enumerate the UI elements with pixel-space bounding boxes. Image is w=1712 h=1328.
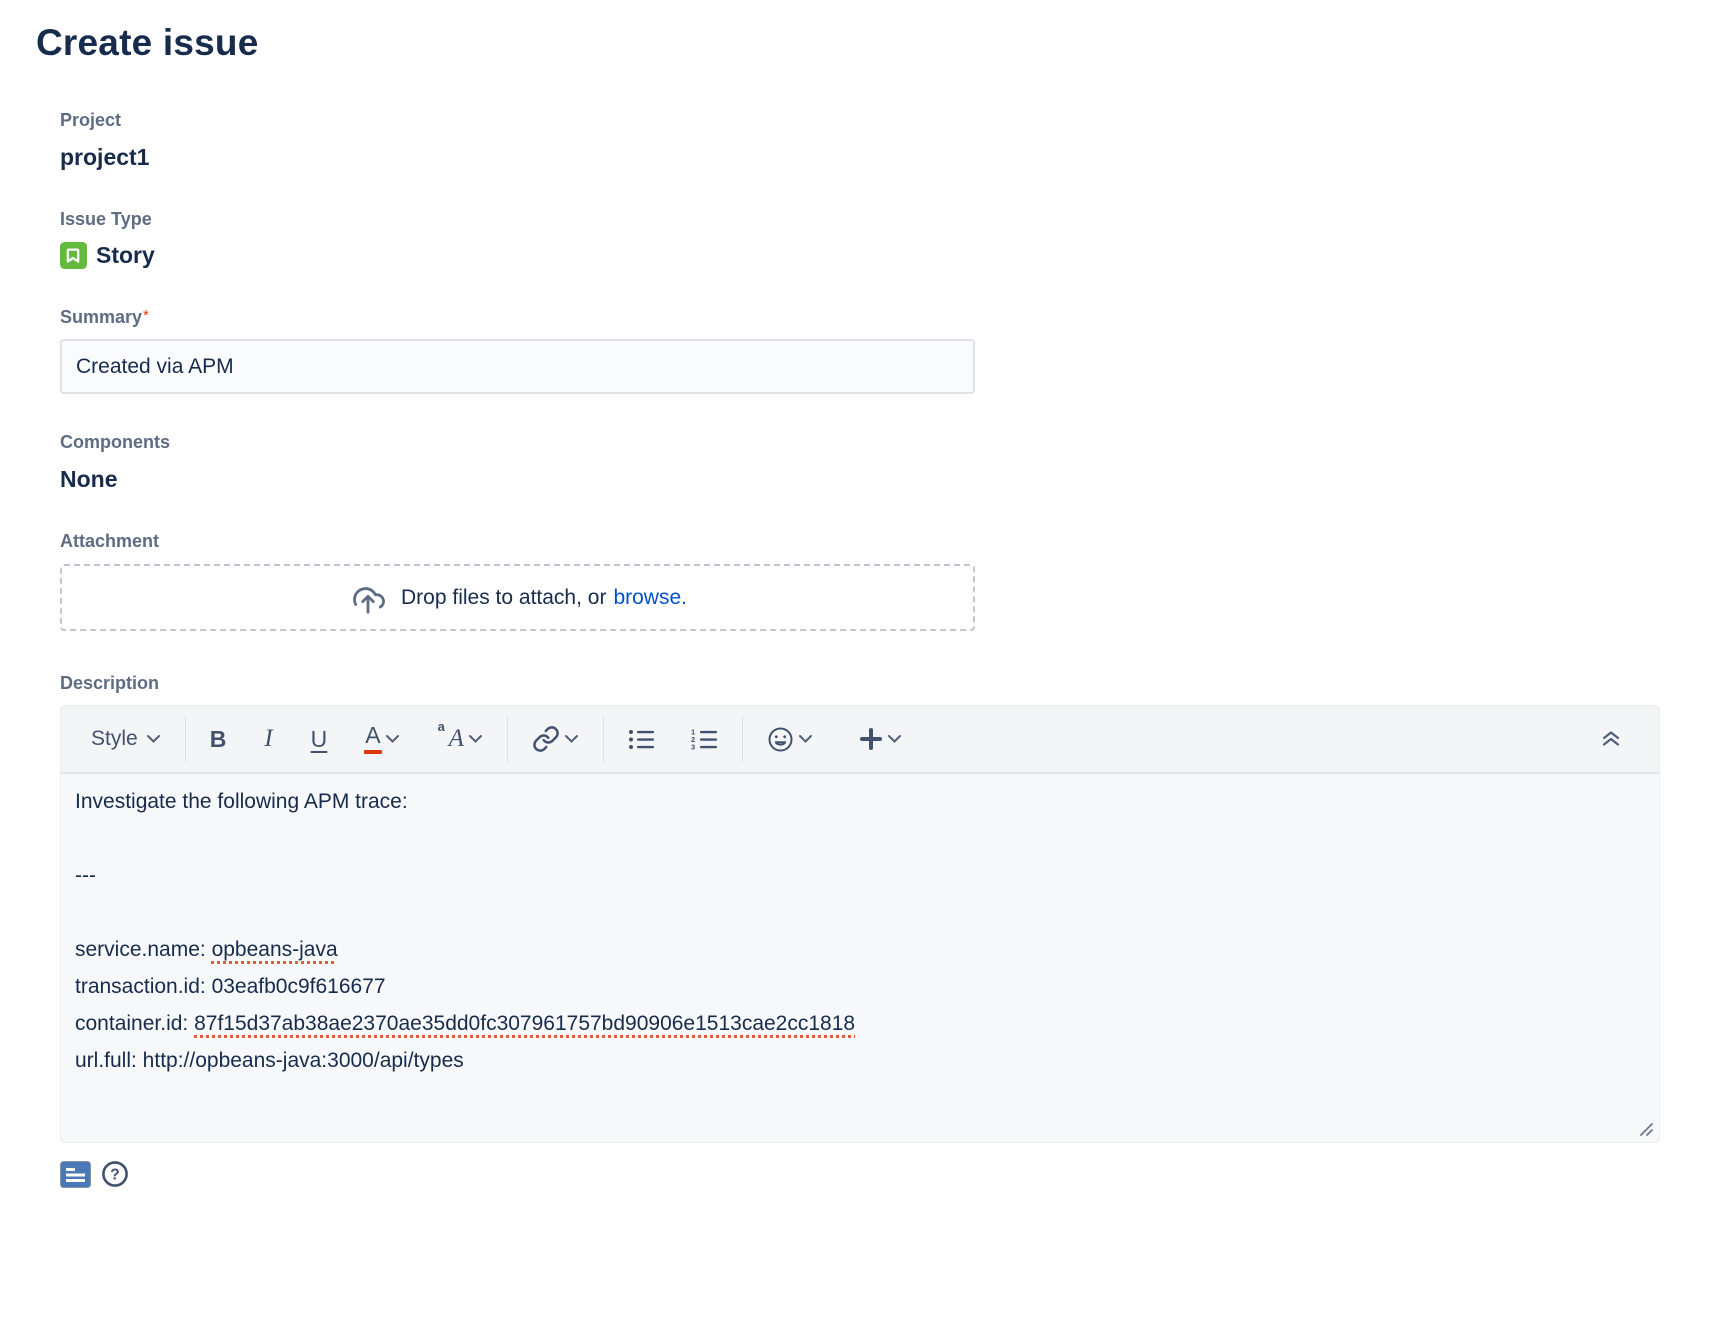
- issue-type-value: Story: [96, 242, 155, 269]
- components-value: None: [60, 466, 1712, 493]
- help-icon: ?: [101, 1160, 129, 1188]
- svg-text:?: ?: [110, 1166, 119, 1183]
- description-content[interactable]: Investigate the following APM trace: ---…: [61, 774, 1659, 1142]
- style-dropdown[interactable]: Style: [83, 721, 169, 757]
- project-label: Project: [60, 110, 1712, 131]
- description-label: Description: [60, 673, 1712, 694]
- description-text: transaction.id: 03eafb0c9f616677: [75, 975, 386, 998]
- description-text: url.full: http://opbeans-java:3000/api/t…: [75, 1049, 464, 1072]
- bold-button[interactable]: B: [202, 720, 235, 759]
- page-title: Create issue: [36, 22, 1712, 64]
- summary-label: Summary: [60, 307, 142, 327]
- link-button[interactable]: [524, 719, 587, 759]
- text-color-button[interactable]: A: [357, 718, 407, 760]
- description-text: ---: [75, 864, 96, 887]
- chevron-down-icon: [798, 734, 813, 744]
- bullet-list-icon: [628, 728, 655, 751]
- create-issue-form: Project project1 Issue Type Story Summar…: [60, 110, 1712, 1188]
- summary-input[interactable]: [60, 339, 975, 394]
- toolbar-group-link: [512, 719, 599, 759]
- toolbar-group-style: Style: [81, 721, 181, 757]
- emoji-button[interactable]: [759, 720, 821, 759]
- plus-icon: [859, 727, 883, 751]
- description-line: url.full: http://opbeans-java:3000/api/t…: [75, 1042, 1645, 1079]
- required-asterisk: *: [143, 307, 149, 324]
- chevron-down-icon: [887, 734, 902, 744]
- dropzone-text: Drop files to attach, orbrowse.: [401, 586, 687, 610]
- description-line: [75, 820, 1645, 857]
- italic-button[interactable]: I: [256, 719, 280, 759]
- wiki-markup-button[interactable]: [60, 1161, 91, 1188]
- description-line: Investigate the following APM trace:: [75, 783, 1645, 820]
- text-effects-button[interactable]: aA: [430, 719, 491, 759]
- browse-link[interactable]: browse.: [613, 586, 687, 609]
- collapse-toolbar-icon: [1601, 731, 1621, 747]
- toolbar-separator: [185, 716, 186, 762]
- chevron-down-icon: [146, 734, 161, 744]
- bullet-list-button[interactable]: [620, 722, 663, 757]
- numbered-list-icon: 1 2 3: [691, 728, 718, 751]
- emoji-icon: [767, 726, 794, 753]
- attachment-dropzone[interactable]: Drop files to attach, orbrowse.: [60, 564, 975, 631]
- description-line: [75, 894, 1645, 931]
- issue-type-label: Issue Type: [60, 209, 1712, 230]
- attachment-label: Attachment: [60, 531, 1712, 552]
- toolbar-separator: [603, 716, 604, 762]
- description-line: transaction.id: 03eafb0c9f616677: [75, 968, 1645, 1005]
- link-icon: [532, 725, 560, 753]
- story-bookmark-icon: [60, 242, 87, 269]
- project-value: project1: [60, 144, 1712, 171]
- description-line: container.id: 87f15d37ab38ae2370ae35dd0f…: [75, 1005, 1645, 1042]
- description-text: container.id:: [75, 1012, 194, 1035]
- toolbar-group-lists: 1 2 3: [608, 722, 738, 757]
- description-text: Investigate the following APM trace:: [75, 790, 408, 813]
- svg-text:3: 3: [691, 742, 695, 750]
- underline-button[interactable]: U: [303, 720, 336, 759]
- toolbar-group-insert: [747, 720, 922, 759]
- help-button[interactable]: ?: [101, 1160, 129, 1188]
- description-line: service.name: opbeans-java: [75, 931, 1645, 968]
- toolbar-separator: [507, 716, 508, 762]
- description-editor: Style B I U A aA: [60, 705, 1660, 1143]
- editor-toolbar: Style B I U A aA: [61, 706, 1659, 774]
- misspelled-text: 87f15d37ab38ae2370ae35dd0fc307961757bd90…: [194, 1012, 855, 1035]
- summary-label-row: Summary*: [60, 307, 1712, 328]
- description-line: ---: [75, 857, 1645, 894]
- chevron-down-icon: [468, 734, 483, 744]
- insert-more-button[interactable]: [851, 721, 910, 757]
- cloud-upload-icon: [348, 581, 388, 615]
- numbered-list-button[interactable]: 1 2 3: [683, 722, 726, 757]
- editor-footer: ?: [60, 1160, 1712, 1188]
- chevron-down-icon: [385, 734, 400, 744]
- description-text: service.name:: [75, 938, 212, 961]
- toolbar-separator: [742, 716, 743, 762]
- resize-handle-icon[interactable]: [1637, 1120, 1654, 1137]
- collapse-toolbar-button[interactable]: [1593, 725, 1629, 753]
- components-label: Components: [60, 432, 1712, 453]
- misspelled-text: opbeans-java: [212, 938, 338, 961]
- chevron-down-icon: [564, 734, 579, 744]
- toolbar-group-format: B I U A aA: [190, 718, 503, 760]
- wiki-markup-icon: [60, 1161, 91, 1188]
- issue-type-value-row: Story: [60, 242, 1712, 269]
